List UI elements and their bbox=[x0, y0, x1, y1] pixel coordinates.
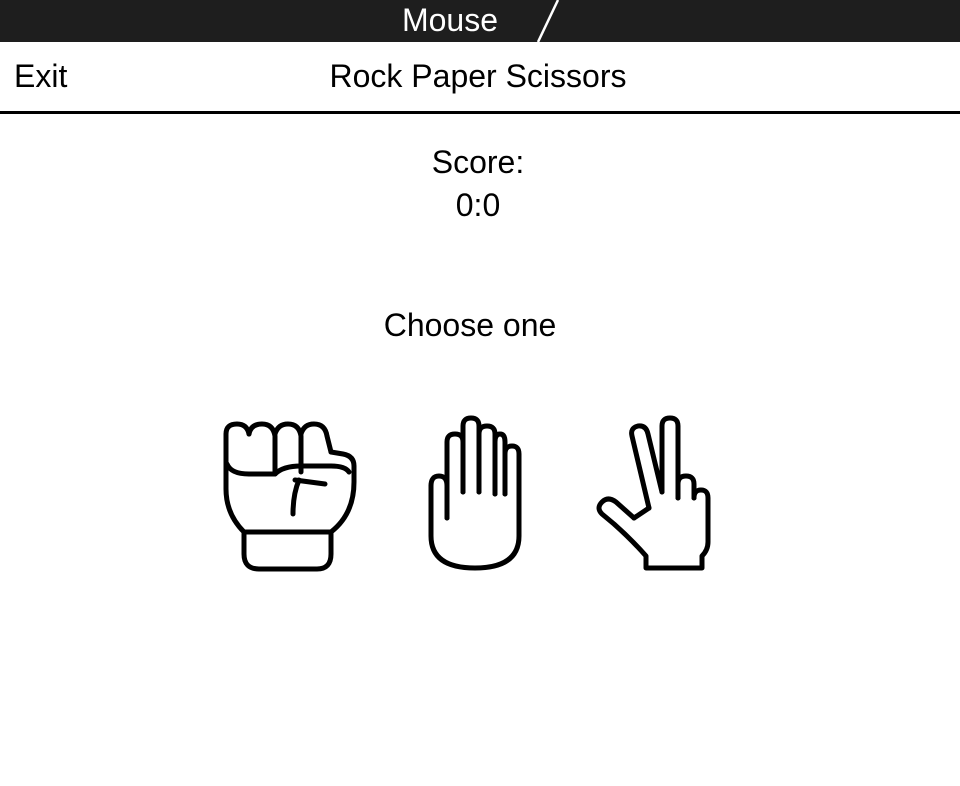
score-value: 0:0 bbox=[455, 187, 501, 223]
app-header: Rock Paper Scissors Exit bbox=[0, 42, 960, 114]
fist-icon bbox=[223, 421, 357, 572]
choose-prompt: Choose one bbox=[383, 307, 557, 343]
rock-button[interactable] bbox=[221, 414, 361, 574]
page-title: Rock Paper Scissors bbox=[329, 58, 627, 94]
paper-button[interactable] bbox=[405, 414, 545, 574]
peace-hand-icon bbox=[596, 415, 711, 571]
window-title-bar: Mouse bbox=[0, 0, 960, 42]
scissors-button[interactable] bbox=[594, 414, 734, 574]
open-hand-icon bbox=[428, 415, 522, 571]
score-label: Score: bbox=[431, 144, 525, 180]
exit-button[interactable]: Exit bbox=[14, 42, 67, 111]
title-tab-divider bbox=[536, 0, 560, 42]
